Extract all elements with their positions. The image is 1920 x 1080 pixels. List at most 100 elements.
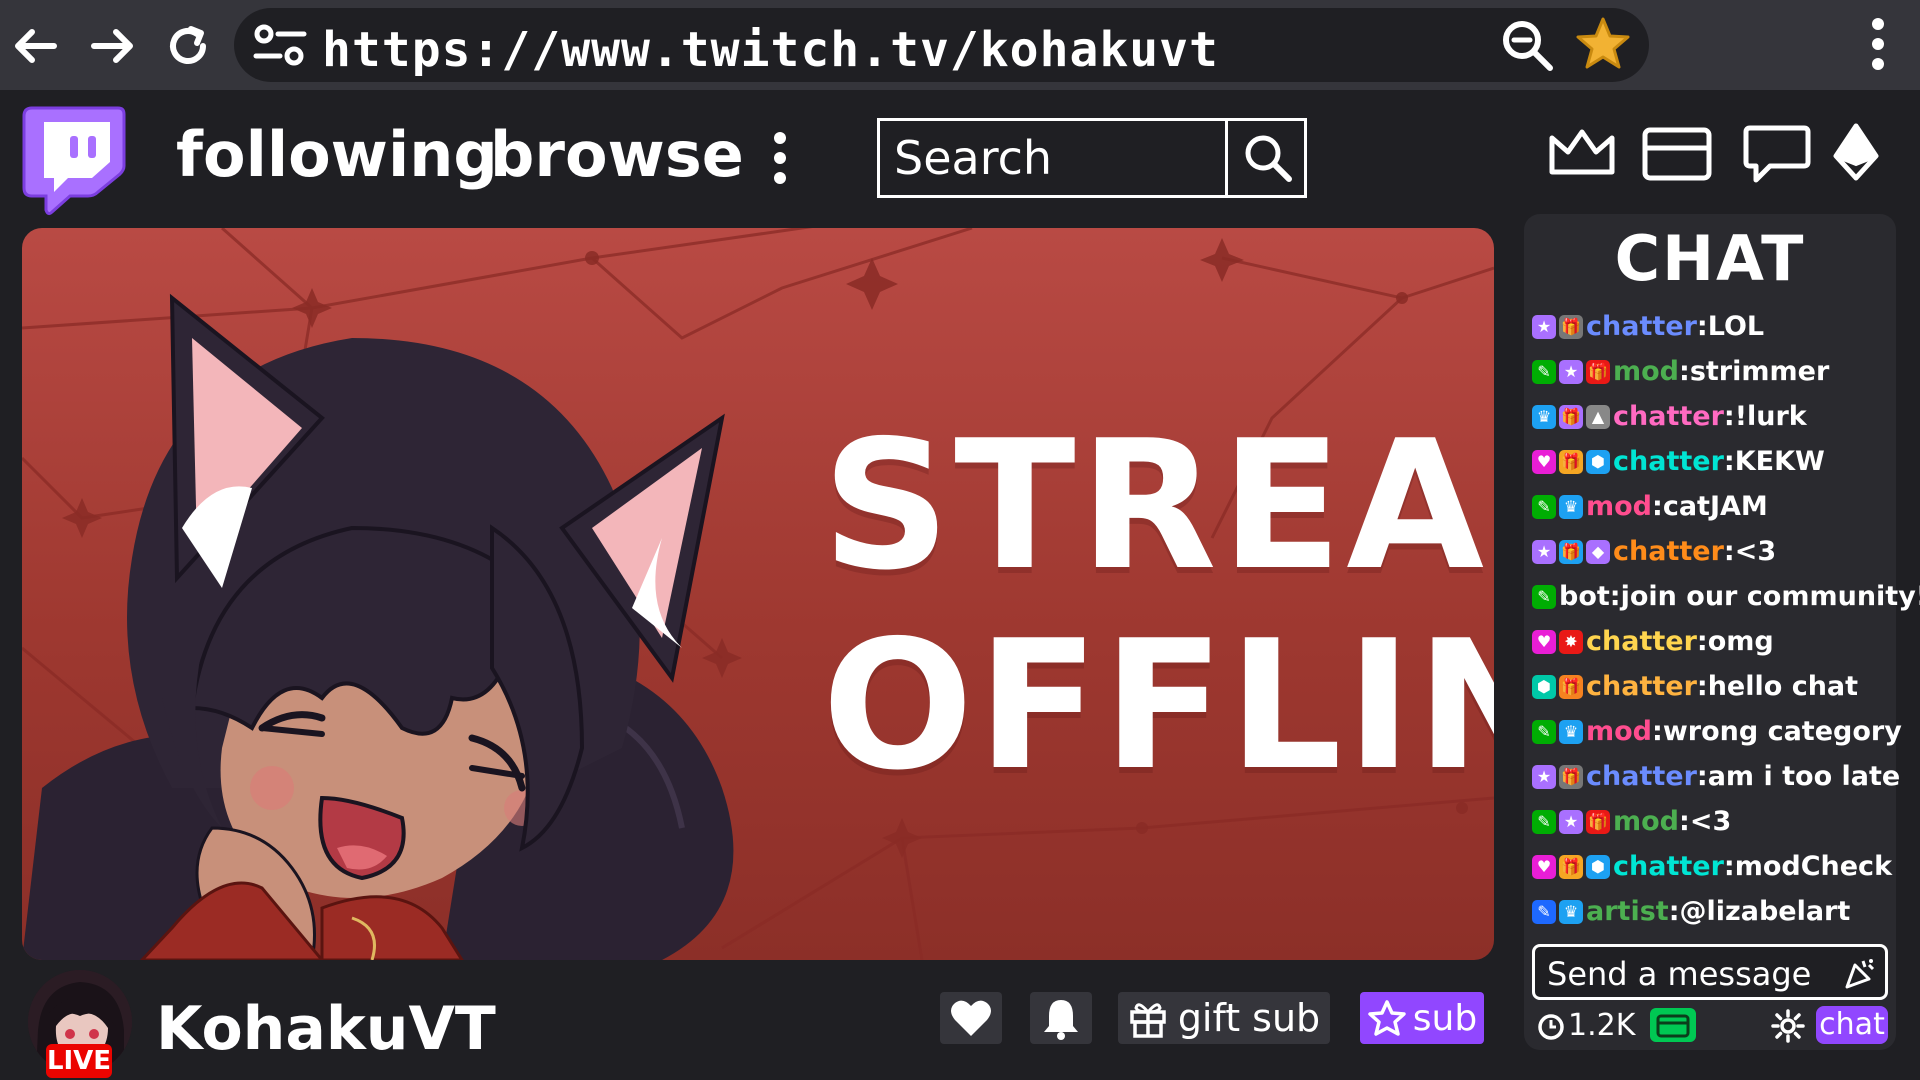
chat-message-text: hello chat [1707,671,1859,702]
chat-message[interactable]: ⬢ 🎁 chatter: hello chat [1532,664,1894,709]
chat-message[interactable]: ★ 🎁 chatter: LOL [1532,304,1894,349]
chat-badge-icon[interactable]: ♛ [1559,719,1583,744]
emote-icon[interactable] [1841,957,1875,991]
chat-message-list[interactable]: ★ 🎁 chatter: LOL ✎ ★ 🎁 mod: strimmer ♛ 🎁 ▲ chatter… [1532,304,1920,934]
address-bar[interactable]: https://www.twitch.tv/kohakuvt [234,8,1649,82]
chat-badge-icon[interactable]: ✎ [1532,494,1556,519]
chat-badge-icon[interactable]: 🎁 [1559,674,1583,699]
chat-message[interactable]: ★ 🎁 ◆ chatter: <3 [1532,529,1894,574]
chat-badge-icon[interactable]: 🎁 [1559,539,1583,564]
chat-badge-icon[interactable]: 🎁 [1559,314,1583,339]
chat-message[interactable]: ✎ ♛ mod: catJAM [1532,484,1894,529]
chat-badge-icon[interactable]: ♛ [1559,494,1583,519]
chat-badge-icon[interactable]: ♥ [1532,629,1556,654]
chat-message[interactable]: ✎ ★ 🎁 mod: strimmer [1532,349,1894,394]
chat-username[interactable]: chatter [1586,761,1697,792]
chat-message[interactable]: ✎ ♛ mod: wrong category [1532,709,1902,754]
chat-username[interactable]: chatter [1586,671,1697,702]
chat-username[interactable]: artist [1586,896,1669,927]
search-button[interactable] [1225,118,1307,198]
chat-badge-icon[interactable]: 🎁 [1559,854,1583,879]
whisper-icon[interactable] [1742,122,1812,186]
follow-button[interactable] [940,992,1002,1044]
kebab-menu-icon[interactable] [1866,14,1890,74]
chat-badge-icon[interactable]: ★ [1559,359,1583,384]
chat-badge-icon[interactable]: 🎁 [1586,809,1610,834]
video-player[interactable]: STREAM OFFLINE [22,228,1494,960]
nav-browse[interactable]: browse [490,118,744,191]
zoom-out-icon[interactable] [1500,18,1556,74]
chat-username[interactable]: mod [1613,356,1679,387]
chat-badge-icon[interactable]: ◆ [1586,539,1610,564]
chat-badge-icon[interactable]: ✎ [1532,899,1556,924]
chat-badge-icon[interactable]: ✎ [1532,809,1556,834]
chat-username[interactable]: chatter [1613,446,1724,477]
chat-username[interactable]: mod [1586,716,1652,747]
chat-message[interactable]: ♥ ✸ chatter: omg [1532,619,1894,664]
chat-message-text: join our community! [1620,581,1920,612]
chat-badge-icon[interactable]: ♛ [1532,404,1556,429]
chat-message[interactable]: ✎ bot: join our community! [1532,574,1920,619]
chat-badge-icon[interactable]: ★ [1532,314,1556,339]
chat-badge-icon[interactable]: ⬢ [1586,854,1610,879]
chat-username[interactable]: chatter [1613,536,1724,567]
chat-send-button[interactable]: chat [1816,1006,1888,1044]
chat-badge-icon[interactable]: ♥ [1532,854,1556,879]
channel-name[interactable]: KohakuVT [156,994,496,1064]
chat-separator: : [1609,581,1621,612]
star-icon[interactable] [1574,16,1632,72]
chat-badge-icon[interactable]: ⬢ [1586,449,1610,474]
chat-badge-icon[interactable]: ♥ [1532,449,1556,474]
chat-message[interactable]: ♛ 🎁 ▲ chatter: !lurk [1532,394,1894,439]
chat-badge-icon[interactable]: ✎ [1532,584,1556,609]
chat-badge-icon[interactable]: 🎁 [1559,764,1583,789]
chat-separator: : [1652,491,1663,522]
crown-icon[interactable] [1546,122,1618,182]
bits-icon[interactable] [1830,122,1882,184]
url-text[interactable]: https://www.twitch.tv/kohakuvt [322,22,1219,78]
chat-username[interactable]: mod [1613,806,1679,837]
chat-input[interactable]: Send a message [1532,944,1888,1000]
chat-message[interactable]: ✎ ♛ artist: @lizabelart [1532,889,1894,934]
twitch-logo[interactable] [18,104,128,216]
subscribe-button[interactable]: sub [1360,992,1484,1044]
chat-badge-icon[interactable]: 🎁 [1559,404,1583,429]
chat-badge-icon[interactable]: 🎁 [1559,449,1583,474]
chat-username[interactable]: chatter [1613,401,1724,432]
chat-badge-icon[interactable]: ✎ [1532,719,1556,744]
chat-badge-icon[interactable]: ★ [1532,764,1556,789]
nav-following[interactable]: following [176,118,498,191]
chat-message[interactable]: ♥ 🎁 ⬢ chatter: KEKW [1532,439,1894,484]
chat-message-text: modCheck [1734,851,1893,882]
chat-message[interactable]: ✎ ★ 🎁 mod: <3 [1532,799,1894,844]
chat-badge-icon[interactable]: ✎ [1532,359,1556,384]
chat-badge-icon[interactable]: ♛ [1559,899,1583,924]
back-button[interactable] [8,18,64,74]
chat-username[interactable]: chatter [1586,626,1697,657]
gear-icon[interactable] [1770,1008,1806,1044]
search-input[interactable]: Search [877,118,1307,198]
chat-badge-icon[interactable]: ★ [1559,809,1583,834]
chat-badge-icon[interactable]: ★ [1532,539,1556,564]
chat-badge-icon[interactable]: ⬢ [1532,674,1556,699]
forward-button[interactable] [84,18,140,74]
chat-badge-icon[interactable]: ▲ [1586,404,1610,429]
chat-separator: : [1723,851,1735,882]
chat-username[interactable]: chatter [1613,851,1724,882]
chat-message[interactable]: ★ 🎁 chatter: am i too late [1532,754,1900,799]
channel-points-button[interactable] [1650,1008,1696,1042]
tune-icon[interactable] [250,22,310,68]
chat-message[interactable]: ♥ 🎁 ⬢ chatter: modCheck [1532,844,1894,889]
more-icon[interactable] [770,130,790,186]
chat-username[interactable]: bot [1559,581,1610,612]
star-outline-icon [1368,1000,1406,1036]
reload-button[interactable] [160,18,216,74]
bell-icon [1044,1000,1078,1040]
chat-username[interactable]: chatter [1586,311,1697,342]
chat-username[interactable]: mod [1586,491,1652,522]
chat-badge-icon[interactable]: ✸ [1559,629,1583,654]
notifications-button[interactable] [1030,992,1092,1044]
gift-sub-button[interactable]: gift sub [1118,992,1330,1044]
chat-badge-icon[interactable]: 🎁 [1586,359,1610,384]
inbox-icon[interactable] [1640,122,1714,184]
